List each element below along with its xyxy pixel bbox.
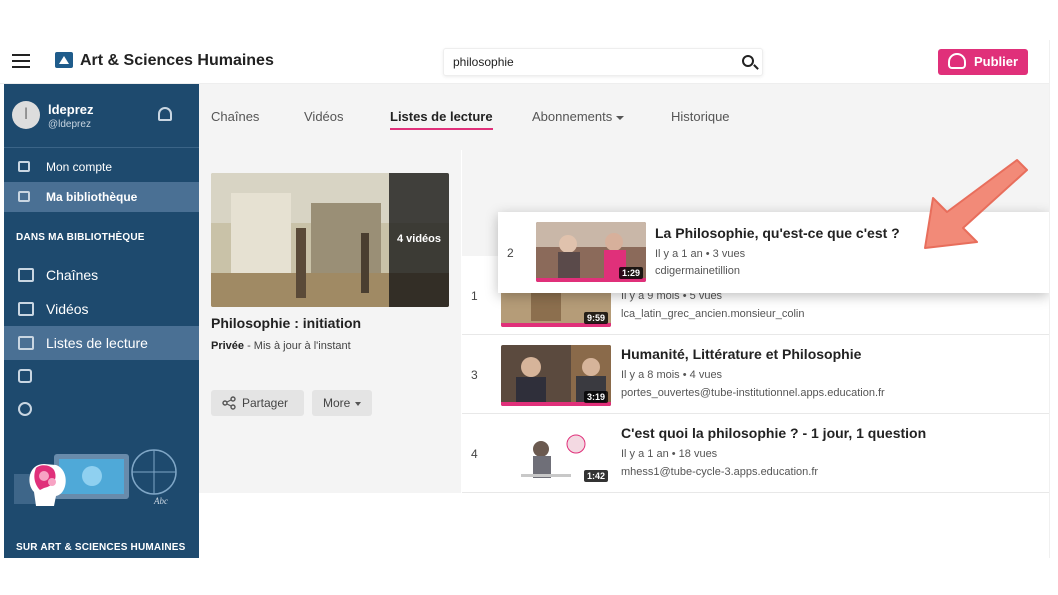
- video-duration: 1:42: [583, 470, 608, 482]
- video-duration: 1:29: [618, 267, 643, 279]
- tab-subscriptions-label: Abonnements: [532, 109, 613, 124]
- annotation-arrow-icon: [924, 159, 1028, 249]
- logo-icon[interactable]: [55, 52, 73, 68]
- search-input[interactable]: philosophie: [443, 48, 763, 76]
- avatar[interactable]: l: [12, 101, 40, 129]
- video-icon: [18, 302, 34, 316]
- playlist-privacy: Privée: [211, 340, 245, 352]
- sidebar-item-channels[interactable]: Chaînes: [4, 258, 199, 292]
- playlist-updated: - Mis à jour à l'instant: [244, 340, 351, 352]
- playlist-panel: 4 vidéos Philosophie : initiation Privée…: [199, 150, 461, 493]
- list-item[interactable]: 3 3:19 Humanité, Littérature et Philosop…: [462, 335, 1049, 414]
- video-meta: Il y a 1 an • 3 vues: [655, 248, 746, 260]
- sidebar-item-videos[interactable]: Vidéos: [4, 292, 199, 326]
- sidebar-item-account[interactable]: Mon compte: [4, 152, 199, 182]
- sidebar: l ldeprez @ldeprez Mon compte Ma bibliot…: [4, 84, 199, 558]
- share-icon: [222, 396, 236, 410]
- tv-icon: [18, 268, 34, 282]
- tab-videos[interactable]: Vidéos: [304, 109, 344, 124]
- user-handle: @ldeprez: [48, 119, 91, 130]
- more-button[interactable]: More: [312, 390, 372, 416]
- playlist-title[interactable]: Philosophie : initiation: [211, 315, 361, 331]
- share-button[interactable]: Partager: [211, 390, 304, 416]
- upload-cloud-icon: [948, 53, 966, 69]
- list-icon: [18, 336, 34, 350]
- video-title[interactable]: C'est quoi la philosophie ? - 1 jour, 1 …: [621, 425, 926, 441]
- video-thumbnail[interactable]: 3:19: [501, 345, 611, 406]
- chevron-down-icon: [355, 402, 361, 406]
- more-label: More: [323, 396, 351, 410]
- library-section-title: DANS MA BIBLIOTHÈQUE: [16, 232, 145, 243]
- sidebar-item-label: Ma bibliothèque: [46, 190, 138, 204]
- user-icon: [18, 161, 30, 172]
- sidebar-item-label: Mon compte: [46, 160, 113, 174]
- sidebar-item-label: Vidéos: [46, 301, 89, 317]
- publish-label: Publier: [974, 54, 1019, 69]
- tab-channels[interactable]: Chaînes: [211, 109, 259, 124]
- divider: [4, 147, 199, 148]
- video-thumbnail[interactable]: 1:42: [501, 424, 611, 485]
- video-duration: 3:19: [583, 391, 608, 403]
- video-title[interactable]: Humanité, Littérature et Philosophie: [621, 346, 861, 362]
- library-icon: [18, 191, 30, 202]
- subscriptions-icon[interactable]: [18, 369, 32, 383]
- library-tabs: Chaînes Vidéos Listes de lecture Abonnem…: [199, 84, 1049, 150]
- video-thumbnail[interactable]: 1:29: [536, 222, 646, 282]
- chevron-down-icon: [616, 115, 625, 120]
- tab-subscriptions[interactable]: Abonnements: [532, 109, 625, 124]
- list-item[interactable]: 4 1:42 C'est quoi la philosophie ? - 1 j…: [462, 414, 1049, 493]
- user-name: ldeprez: [48, 102, 94, 117]
- video-duration: 9:59: [583, 312, 608, 324]
- brand-title[interactable]: Art & Sciences Humaines: [80, 52, 274, 70]
- search-value[interactable]: philosophie: [453, 55, 514, 69]
- history-icon[interactable]: [18, 402, 32, 416]
- video-channel[interactable]: portes_ouvertes@tube-institutionnel.apps…: [621, 387, 885, 399]
- video-channel[interactable]: mhess1@tube-cycle-3.apps.education.fr: [621, 466, 818, 478]
- footer-section-title: SUR ART & SCIENCES HUMAINES: [16, 542, 186, 553]
- tab-history[interactable]: Historique: [671, 109, 730, 124]
- scrollbar[interactable]: [1049, 40, 1058, 558]
- video-title[interactable]: La Philosophie, qu'est-ce que c'est ?: [655, 225, 900, 241]
- sidebar-item-label: Listes de lecture: [46, 335, 148, 351]
- search-icon[interactable]: [742, 55, 754, 67]
- video-meta: Il y a 8 mois • 4 vues: [621, 369, 723, 381]
- playlist-count-overlay: 4 vidéos: [389, 173, 449, 307]
- video-position: 4: [471, 447, 478, 461]
- top-bar: Art & Sciences Humaines philosophie Publ…: [0, 40, 1058, 84]
- illustration-abc: Abc: [153, 496, 168, 506]
- tab-playlists[interactable]: Listes de lecture: [390, 109, 493, 130]
- video-position: 2: [507, 246, 514, 260]
- publish-button[interactable]: Publier: [938, 49, 1028, 75]
- video-channel[interactable]: lca_latin_grec_ancien.monsieur_colin: [621, 308, 804, 320]
- bell-icon[interactable]: [158, 107, 172, 121]
- video-channel[interactable]: cdigermainetillion: [655, 265, 740, 277]
- playlist-thumbnail[interactable]: 4 vidéos: [211, 173, 449, 307]
- sidebar-item-label: Chaînes: [46, 267, 99, 283]
- video-meta: Il y a 1 an • 18 vues: [621, 448, 718, 460]
- sidebar-item-playlists[interactable]: Listes de lecture: [4, 326, 199, 360]
- playlist-meta: Privée - Mis à jour à l'instant: [211, 340, 351, 352]
- video-position: 1: [471, 289, 478, 303]
- menu-icon[interactable]: [12, 54, 30, 68]
- share-label: Partager: [242, 396, 289, 410]
- video-position: 3: [471, 368, 478, 382]
- sidebar-item-library[interactable]: Ma bibliothèque: [4, 182, 199, 212]
- sciences-illustration: Abc: [14, 449, 177, 506]
